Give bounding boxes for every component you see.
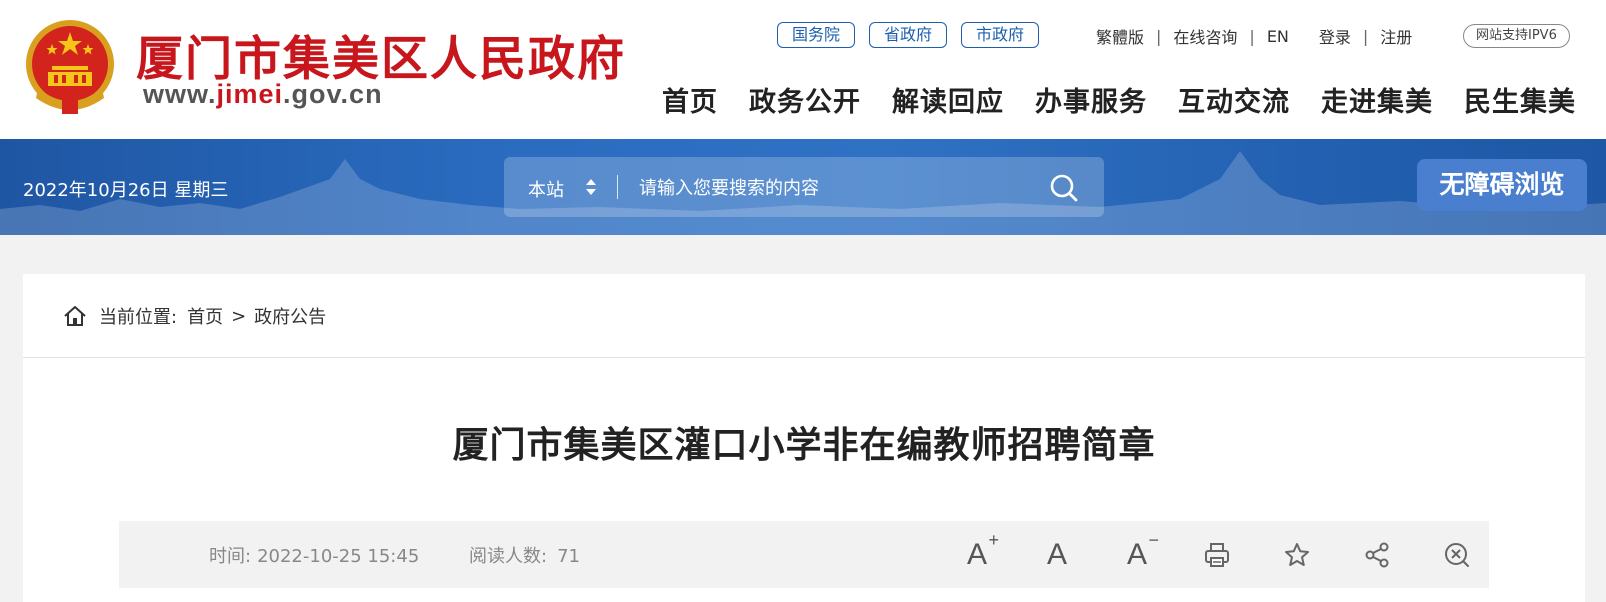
- nav-item-gov-affairs[interactable]: 政务公开: [749, 80, 861, 119]
- domain-suffix: .gov.cn: [283, 79, 383, 109]
- view-count: 阅读人数: 71: [469, 542, 580, 568]
- plus-sign: +: [988, 530, 999, 550]
- nav-item-livelihood[interactable]: 民生集美: [1464, 80, 1576, 119]
- home-icon[interactable]: [63, 305, 87, 327]
- gov-links: 国务院 省政府 市政府: [777, 22, 1040, 48]
- separator: |: [1156, 26, 1162, 46]
- banner-bar: 2022年10月26日 星期三 本站 无障碍浏览: [0, 139, 1606, 235]
- separator: |: [1249, 26, 1255, 46]
- article-meta-bar: 时间: 2022-10-25 15:45 阅读人数: 71 A + A A −: [119, 521, 1489, 588]
- utility-links: 繁體版 | 在线咨询 | EN 登录 | 注册: [1096, 24, 1412, 48]
- domain-prefix: www.: [143, 79, 217, 109]
- search-scope-select[interactable]: 本站: [528, 176, 564, 202]
- divider: [23, 357, 1585, 358]
- online-consult-link[interactable]: 在线咨询: [1173, 24, 1237, 48]
- traditional-chinese-link[interactable]: 繁體版: [1096, 24, 1144, 48]
- current-date: 2022年10月26日 星期三: [23, 180, 229, 201]
- english-link[interactable]: EN: [1267, 27, 1289, 46]
- font-decrease-button[interactable]: A −: [1117, 531, 1159, 573]
- star-icon: [1285, 543, 1309, 566]
- nav-item-about-jimei[interactable]: 走进集美: [1321, 80, 1433, 119]
- font-increase-button[interactable]: A +: [957, 531, 999, 573]
- views-label: 阅读人数:: [469, 546, 548, 567]
- separator: |: [1362, 26, 1369, 46]
- views-value: 71: [557, 546, 580, 567]
- font-reset-icon: A: [1046, 538, 1067, 571]
- publish-time: 时间: 2022-10-25 15:45: [209, 542, 419, 568]
- share-button[interactable]: [1357, 537, 1397, 573]
- article-title: 厦门市集美区灌口小学非在编教师招聘简章: [452, 425, 1156, 466]
- time-value: 2022-10-25 15:45: [257, 546, 420, 567]
- site-header: 厦门市集美区人民政府 www.jimei.gov.cn 国务院 省政府 市政府 …: [0, 0, 1606, 139]
- nav-item-home[interactable]: 首页: [662, 80, 718, 119]
- breadcrumb-home[interactable]: 首页: [187, 303, 223, 329]
- print-icon: [1205, 543, 1229, 567]
- nav-item-services[interactable]: 办事服务: [1035, 80, 1147, 119]
- font-glyph: A: [966, 538, 987, 571]
- font-decrease-icon: A −: [1126, 531, 1159, 573]
- print-button[interactable]: [1197, 537, 1237, 573]
- font-reset-button[interactable]: A: [1037, 537, 1077, 573]
- accessibility-button[interactable]: 无障碍浏览: [1417, 159, 1587, 211]
- ipv6-badge: 网站支持IPV6: [1463, 24, 1570, 48]
- article-tools: A + A A −: [957, 531, 1477, 573]
- close-button[interactable]: [1437, 537, 1477, 573]
- font-increase-icon: A +: [966, 531, 999, 573]
- domain-highlight: jimei: [216, 79, 284, 109]
- time-label: 时间:: [209, 546, 252, 567]
- favorite-button[interactable]: [1277, 537, 1317, 573]
- search-divider: [617, 175, 618, 199]
- font-glyph: A: [1126, 538, 1147, 571]
- breadcrumb-separator: >: [231, 305, 247, 327]
- breadcrumb-gov-announcements[interactable]: 政府公告: [254, 303, 326, 329]
- close-icon: [1445, 543, 1469, 567]
- gov-link-state-council[interactable]: 国务院: [777, 22, 856, 48]
- national-emblem-logo[interactable]: [24, 18, 116, 116]
- register-link[interactable]: 注册: [1380, 24, 1412, 48]
- article-card: 当前位置: 首页 > 政府公告 厦门市集美区灌口小学非在编教师招聘简章 时间: 2…: [23, 274, 1585, 602]
- breadcrumb: 当前位置: 首页 > 政府公告: [63, 303, 326, 329]
- search-icon[interactable]: [1048, 172, 1080, 204]
- nav-item-interpretation[interactable]: 解读回应: [892, 80, 1004, 119]
- sort-arrows-icon[interactable]: [584, 175, 598, 199]
- search-input[interactable]: [637, 171, 1021, 205]
- share-icon: [1365, 542, 1389, 568]
- gov-link-city[interactable]: 市政府: [961, 22, 1040, 48]
- gov-link-province[interactable]: 省政府: [869, 22, 948, 48]
- login-link[interactable]: 登录: [1319, 24, 1351, 48]
- nav-item-interaction[interactable]: 互动交流: [1178, 80, 1290, 119]
- breadcrumb-prefix: 当前位置:: [99, 307, 178, 328]
- site-domain: www.jimei.gov.cn: [143, 79, 383, 110]
- main-nav: 首页 政务公开 解读回应 办事服务 互动交流 走进集美 民生集美: [662, 80, 1576, 119]
- minus-sign: −: [1148, 530, 1159, 550]
- search-box: 本站: [504, 157, 1104, 217]
